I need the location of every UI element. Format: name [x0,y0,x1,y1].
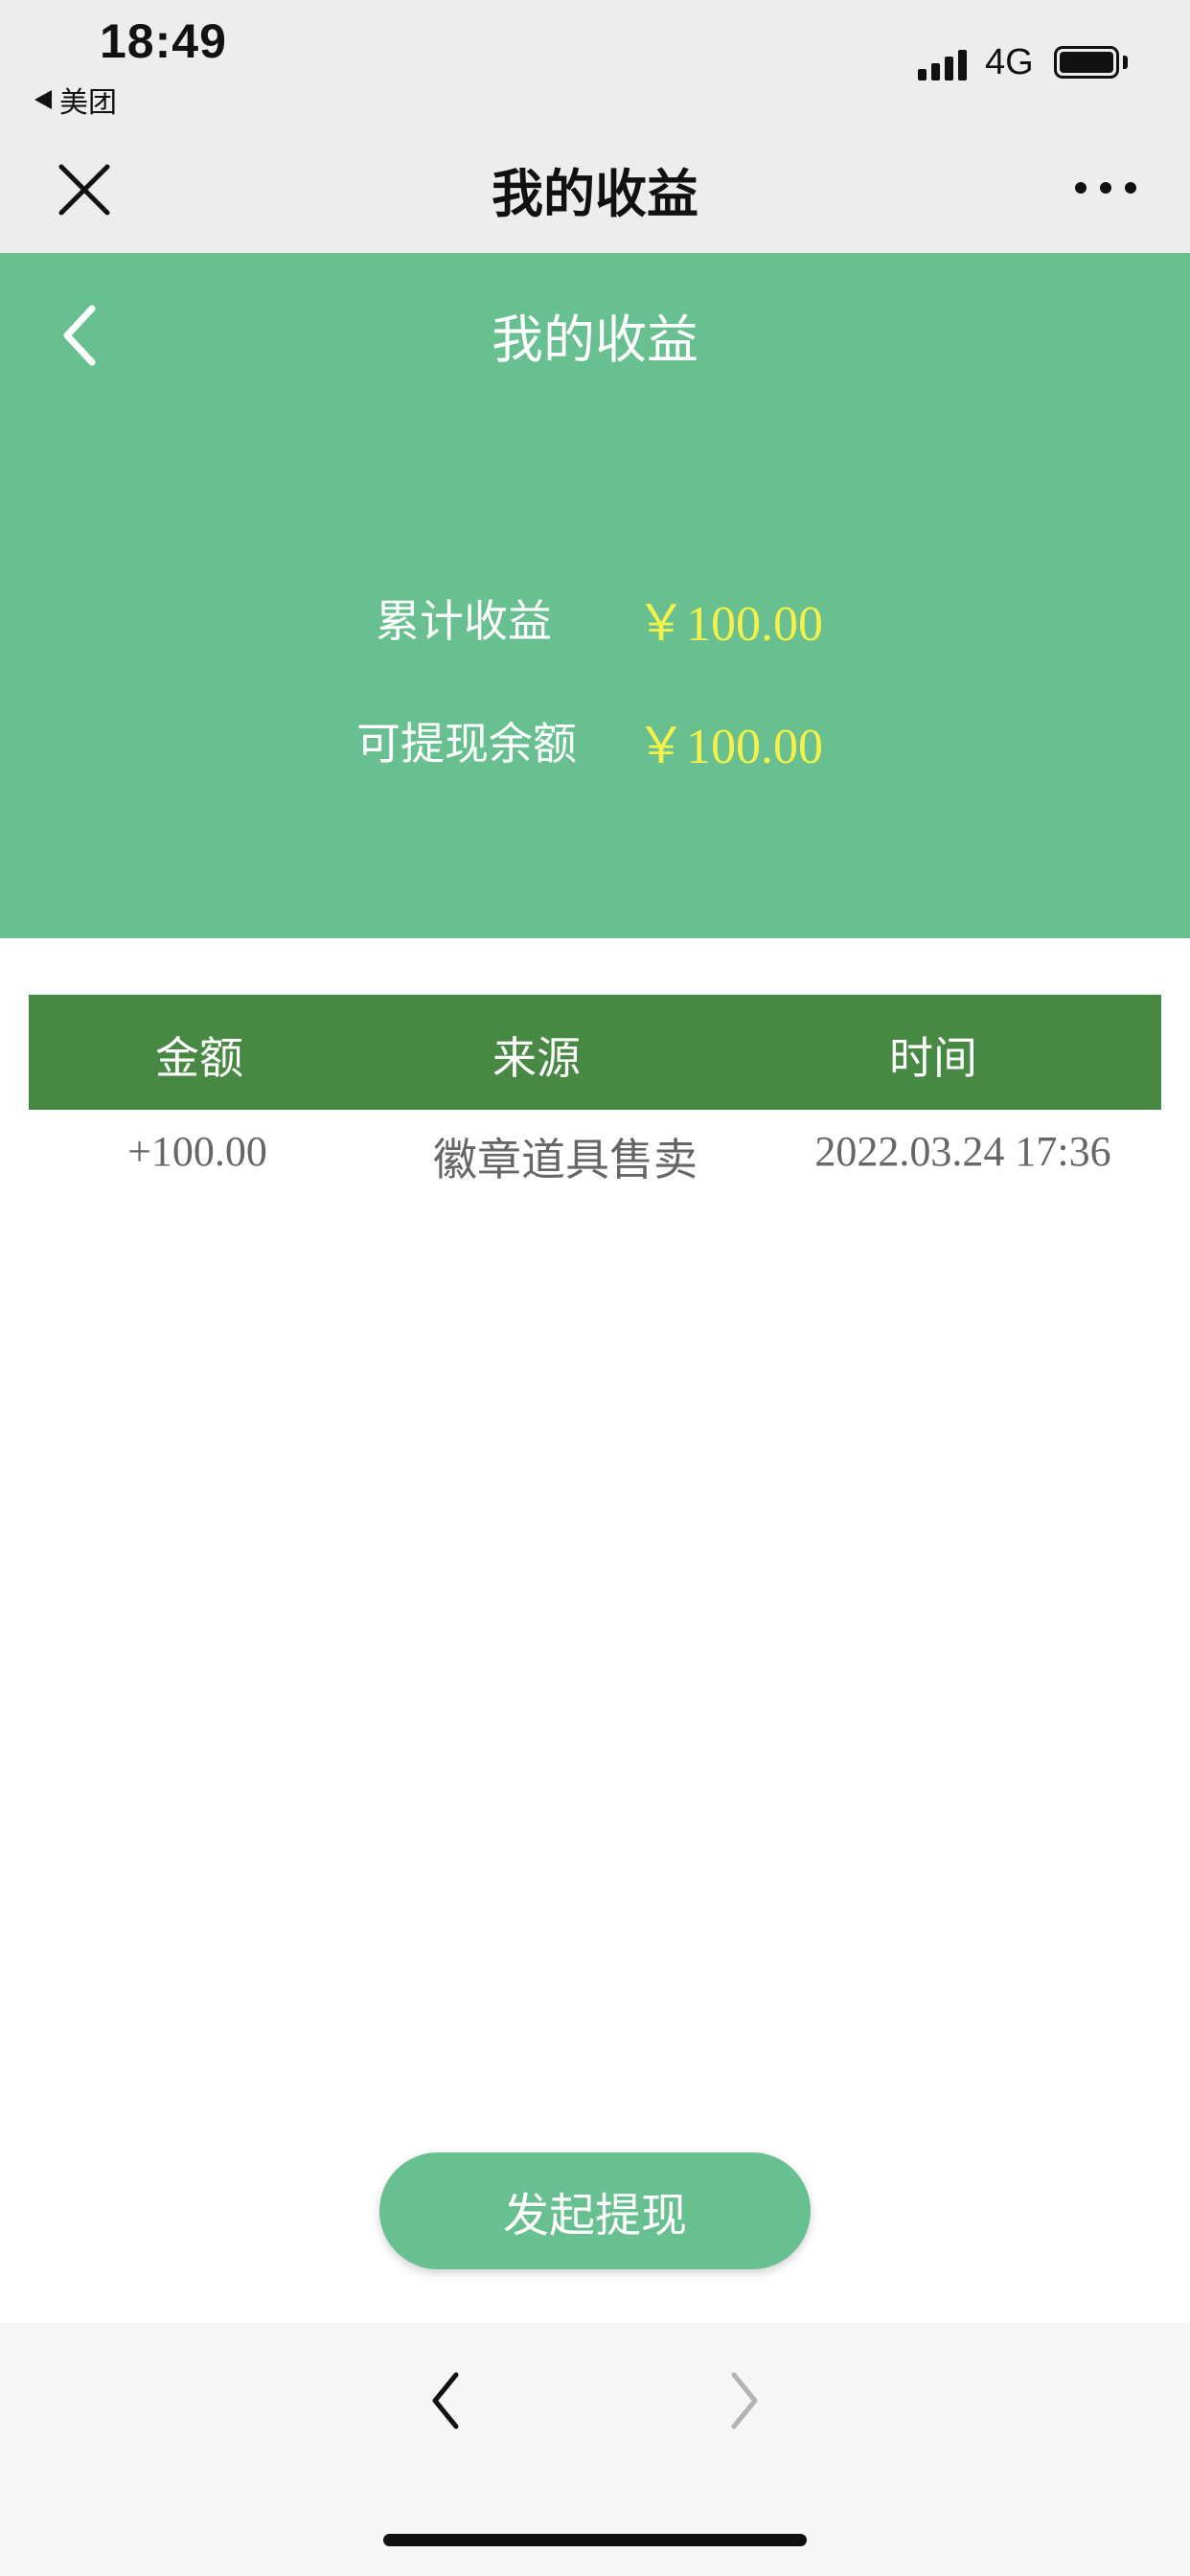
chevron-left-icon [432,2372,459,2429]
nav-title: 我的收益 [492,164,698,224]
column-header-amount: 金额 [155,1032,243,1084]
column-header-time: 时间 [889,1032,977,1084]
withdrawable-value: ￥100.00 [636,720,824,774]
browser-back-button[interactable] [418,2367,475,2434]
more-button[interactable] [1071,171,1140,205]
row-time: 2022.03.24 17:36 [814,1128,1111,1175]
row-source: 徽章道具售卖 [433,1134,698,1185]
withdrawable-label: 可提现余额 [356,718,577,770]
battery-icon [1054,46,1119,79]
row-amount: +100.00 [127,1128,267,1175]
chevron-right-icon [731,2372,758,2429]
network-type: 4G [985,42,1034,82]
total-earnings-value: ￥100.00 [636,597,824,652]
home-indicator [383,2534,807,2546]
back-to-app-link[interactable]: 美团 [34,79,117,121]
back-triangle-icon [34,90,52,109]
page-title: 我的收益 [492,310,698,370]
more-icon [1075,182,1136,194]
cellular-signal-icon [918,48,968,80]
total-earnings-label: 累计收益 [376,595,552,647]
back-app-label: 美团 [59,86,117,120]
column-header-source: 来源 [492,1032,581,1084]
battery-tip [1123,56,1128,69]
browser-forward-button[interactable] [715,2367,772,2434]
status-time: 18:49 [100,14,227,68]
withdraw-button[interactable]: 发起提现 [379,2152,811,2269]
